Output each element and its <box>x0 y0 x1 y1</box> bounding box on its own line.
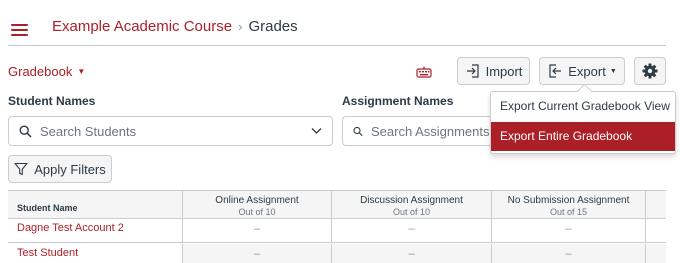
search-students-field[interactable] <box>8 116 333 146</box>
gear-icon <box>642 63 658 79</box>
grid-filler-cell <box>646 244 666 263</box>
menu-item-export-entire-gradebook[interactable]: Export Entire Gradebook <box>491 122 675 151</box>
search-students-input[interactable] <box>40 123 280 139</box>
assignment-title: No Submission Assignment <box>507 195 630 206</box>
export-icon <box>549 64 562 78</box>
grade-cell[interactable]: – <box>492 219 646 242</box>
grade-cell[interactable]: – <box>183 219 332 242</box>
assignment-column-header[interactable]: Online Assignment Out of 10 <box>183 191 332 218</box>
search-icon <box>353 126 363 136</box>
import-button-label: Import <box>485 63 523 79</box>
student-name-column-header[interactable]: Student Name <box>8 191 183 218</box>
gradebook-menu-label: Gradebook <box>8 64 73 79</box>
grid-filler-cell <box>646 191 666 218</box>
apply-filters-label: Apply Filters <box>34 161 106 177</box>
export-dropdown-menu: Export Current Gradebook View Export Ent… <box>490 91 676 154</box>
assignment-names-label: Assignment Names <box>342 94 454 108</box>
search-assignments-input[interactable] <box>371 123 491 139</box>
caret-down-icon: ▼ <box>609 67 617 75</box>
assignment-points: Out of 10 <box>238 207 276 217</box>
assignment-column-header[interactable]: Discussion Assignment Out of 10 <box>332 191 492 218</box>
grade-cell[interactable]: – <box>183 244 332 263</box>
student-name-link[interactable]: Dagne Test Account 2 <box>8 219 183 242</box>
grid-header-row: Student Name Online Assignment Out of 10… <box>8 191 666 219</box>
assignment-points: Out of 15 <box>549 207 588 217</box>
table-row: Test Student – – – <box>8 244 666 263</box>
assignment-points: Out of 10 <box>392 207 431 217</box>
gradebook-grid: Student Name Online Assignment Out of 10… <box>8 190 666 263</box>
import-button[interactable]: Import <box>457 57 530 85</box>
breadcrumb-separator: › <box>238 19 243 34</box>
search-assignments-field[interactable] <box>342 116 491 146</box>
keyboard-shortcuts-icon[interactable] <box>416 66 432 78</box>
gradebook-settings-button[interactable] <box>634 57 666 85</box>
export-button-label: Export <box>568 63 606 79</box>
student-name-link[interactable]: Test Student <box>8 244 183 263</box>
search-icon <box>19 124 32 138</box>
breadcrumb: Example Academic Course › Grades <box>52 18 298 35</box>
grade-cell[interactable]: – <box>332 219 492 242</box>
caret-down-icon: ▼ <box>77 67 86 76</box>
assignment-title: Online Assignment <box>215 195 299 206</box>
grid-filler-cell <box>646 219 666 242</box>
menu-item-export-current-view[interactable]: Export Current Gradebook View <box>491 94 675 119</box>
chevron-down-icon[interactable] <box>311 127 322 135</box>
assignment-title: Discussion Assignment <box>360 195 463 206</box>
assignment-column-header[interactable]: No Submission Assignment Out of 15 <box>492 191 646 218</box>
breadcrumb-current-page: Grades <box>248 18 298 35</box>
export-button[interactable]: Export ▼ <box>539 57 625 85</box>
table-row: Dagne Test Account 2 – – – <box>8 219 666 243</box>
hamburger-menu-icon[interactable] <box>11 24 28 37</box>
apply-filters-button[interactable]: Apply Filters <box>8 155 112 183</box>
filter-icon <box>14 162 28 176</box>
grade-cell[interactable]: – <box>492 244 646 263</box>
gradebook-menu-button[interactable]: Gradebook ▼ <box>8 64 85 79</box>
breadcrumb-course-link[interactable]: Example Academic Course <box>52 18 232 35</box>
header-divider <box>8 45 666 46</box>
grade-cell[interactable]: – <box>332 244 492 263</box>
import-icon <box>466 64 479 78</box>
student-names-label: Student Names <box>8 94 96 108</box>
